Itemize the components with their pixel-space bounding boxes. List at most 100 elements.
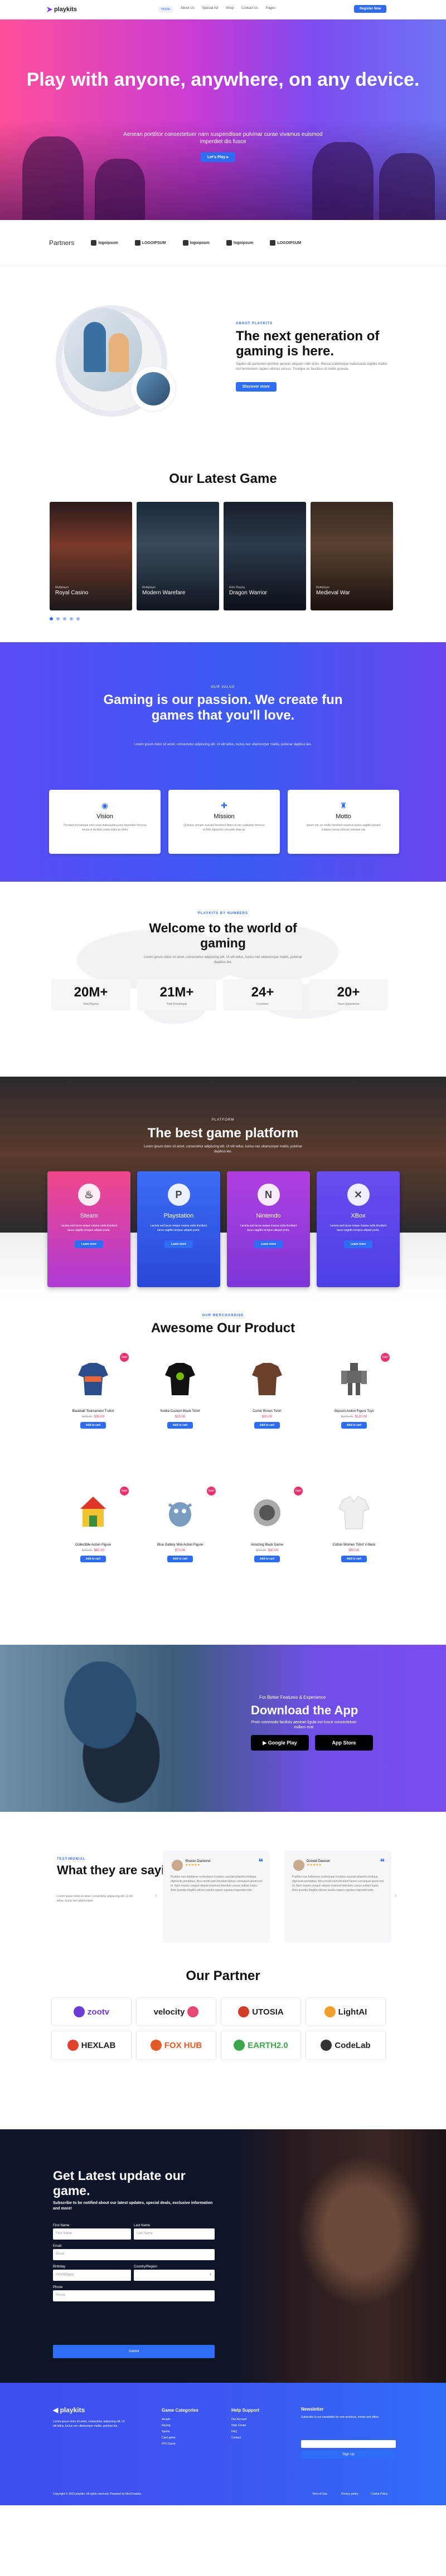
product-image[interactable] (329, 1488, 379, 1538)
add-to-cart-button[interactable]: Add to cart (80, 1556, 106, 1562)
game-card[interactable]: Multiplayer Modern Warefare (137, 502, 219, 610)
testimonial-card: Sharon Diamond ★★★★★ ❝ Porttitor non hab… (163, 1851, 270, 1943)
product-image[interactable] (155, 1488, 205, 1538)
discover-more-button[interactable]: Discover more (236, 382, 277, 392)
partner-logo-earth[interactable]: EARTH2.0 (221, 2031, 301, 2060)
nav-item-contact[interactable]: Contact Us (241, 7, 258, 12)
game-card[interactable]: Multiplayer Royal Casino (50, 502, 132, 610)
partner-logo-zootv[interactable]: zootv (51, 1997, 132, 2026)
footer-newsletter-title: Newsletter (301, 2407, 324, 2412)
email-input[interactable]: Email (53, 2249, 215, 2260)
footer-link[interactable]: FAQ (231, 2429, 259, 2435)
add-to-cart-button[interactable]: Add to cart (254, 1556, 280, 1562)
nav-item-pages[interactable]: Pages (266, 7, 275, 12)
product-image[interactable] (242, 1354, 292, 1404)
product-name: Comic Brown Tshirt (253, 1410, 282, 1413)
footer-link[interactable]: Sports (162, 2429, 198, 2435)
carousel-dot[interactable] (70, 617, 73, 620)
nav-item-special[interactable]: Special Ad (202, 7, 218, 12)
footer-link[interactable]: FPS Game (162, 2441, 198, 2447)
footer-link[interactable]: Help Center (231, 2423, 259, 2429)
add-to-cart-button[interactable]: Add to cart (167, 1556, 193, 1562)
partner-logo-lightai[interactable]: LightAI (306, 1997, 386, 2026)
learn-more-button[interactable]: Learn more (164, 1240, 193, 1248)
lets-play-button[interactable]: Let's Play ▸ (201, 152, 235, 162)
partner-logo-utosia[interactable]: UTOSIA (221, 1997, 301, 2026)
add-to-cart-button[interactable]: Add to cart (341, 1422, 367, 1429)
add-to-cart-button[interactable]: Add to cart (254, 1422, 280, 1429)
carousel-dot[interactable] (63, 617, 66, 620)
country-select[interactable]: ▾ (134, 2270, 215, 2281)
partner-logo-foxhub[interactable]: FOX HUB (136, 2031, 216, 2060)
learn-more-button[interactable]: Learn more (343, 1240, 373, 1248)
carousel-dot[interactable] (56, 617, 60, 620)
nav-item-about[interactable]: About Us (181, 7, 195, 12)
privacy-link[interactable]: Privacy policy (341, 2492, 358, 2496)
site-logo[interactable]: playkits (47, 6, 77, 13)
partner-logo-hexlab[interactable]: HEXLAB (51, 2031, 132, 2060)
add-to-cart-button[interactable]: Add to cart (341, 1556, 367, 1562)
value-card-vision: ◉ Vision Tincidunt et natoque mid curae … (49, 790, 161, 854)
game-name: Dragon Warrior (229, 590, 267, 596)
add-to-cart-button[interactable]: Add to cart (167, 1422, 193, 1429)
partner-logo: LOGOIPSUM (270, 240, 301, 246)
game-category: Role Playing (229, 586, 245, 589)
phone-input[interactable]: Phone (53, 2290, 215, 2301)
platform-label: PLATFORM (211, 1118, 235, 1122)
nav-item-shop[interactable]: Shop (226, 7, 234, 12)
product-price: $30.00 (268, 1549, 278, 1552)
app-store-button[interactable]: App Store (315, 1735, 373, 1751)
last-name-input[interactable]: Last Name (134, 2228, 215, 2240)
stat-box: 21M+ Total Downloads (137, 979, 216, 1010)
chevron-right-icon[interactable]: › (395, 1893, 401, 1899)
learn-more-button[interactable]: Learn more (254, 1240, 283, 1248)
cookie-link[interactable]: Cookie Policy (371, 2492, 387, 2496)
partner-logo-codelab[interactable]: CodeLab (306, 2031, 386, 2060)
game-card[interactable]: Multiplayer Medieval War (311, 502, 393, 610)
submit-button[interactable]: Submit (53, 2345, 215, 2358)
product-card[interactable]: Sale! Collectible Action Figure $70.00 $6… (50, 1483, 137, 1592)
platform-desc: Lacinia sed lacus neque massa nulla tinc… (329, 1224, 387, 1232)
footer-link[interactable]: Our Account (231, 2417, 259, 2423)
product-card[interactable]: Sale! Amazing Black Game $40.00 $30.00 Ad… (224, 1483, 311, 1592)
product-card[interactable]: Cotton Women Tshirt V-Neck $50.00 Add to… (311, 1483, 397, 1592)
product-image[interactable] (68, 1488, 118, 1538)
top-navigation: playkits Home About Us Special Ad Shop C… (0, 0, 446, 19)
first-name-input[interactable]: First Name (53, 2228, 131, 2240)
logo-icon: ◀ (53, 2406, 59, 2414)
product-card[interactable]: Sale! Baseball Tournament T-shirt $49.00… (50, 1350, 137, 1458)
product-image[interactable] (68, 1354, 118, 1404)
product-card[interactable]: Comic Brown Tshirt $30.00 Add to cart (224, 1350, 311, 1458)
game-card[interactable]: Role Playing Dragon Warrior (224, 502, 306, 610)
terms-link[interactable]: Term of Use (312, 2492, 327, 2496)
register-button[interactable]: Register Now (354, 5, 387, 13)
product-name: Collectible Action Figure (75, 1543, 112, 1547)
product-card[interactable]: Sale! Gipsum Action Figure Toys $140.00 $… (311, 1350, 397, 1458)
stat-label: Countries (256, 1003, 269, 1006)
product-image[interactable] (329, 1354, 379, 1404)
partner-logo-velocity[interactable]: velocity (136, 1997, 216, 2026)
footer-link[interactable]: Racing (162, 2423, 198, 2429)
learn-more-button[interactable]: Learn more (74, 1240, 104, 1248)
sign-up-button[interactable]: Sign Up (301, 2450, 396, 2459)
add-to-cart-button[interactable]: Add to cart (80, 1422, 106, 1429)
nav-item-home[interactable]: Home (158, 7, 173, 12)
footer-link[interactable]: Arcade (162, 2417, 198, 2423)
stat-box: 20+ Years Experience (309, 979, 388, 1010)
product-image[interactable] (155, 1354, 205, 1404)
newsletter-email-input[interactable] (301, 2440, 396, 2448)
stat-value: 24+ (251, 985, 274, 1000)
product-card[interactable]: Nvidia Custom Black Tshirt $25.00 Add to… (137, 1350, 224, 1458)
footer-link[interactable]: Card game (162, 2435, 198, 2441)
carousel-dot[interactable] (76, 617, 80, 620)
carousel-dot[interactable] (50, 617, 53, 620)
platform-desc: Lacinia sed lacus neque massa nulla tinc… (150, 1224, 207, 1232)
footer-logo[interactable]: ◀ playkits (53, 2406, 85, 2414)
google-play-button[interactable]: ▶ Google Play (251, 1735, 309, 1751)
product-card[interactable]: Sale! Blue Gallery Mini Action Figure $7… (137, 1483, 224, 1592)
chevron-left-icon[interactable]: ‹ (155, 1893, 162, 1899)
product-image[interactable] (242, 1488, 292, 1538)
product-name: Amazing Black Game (251, 1543, 283, 1547)
birthday-input[interactable]: mm/dd/yyyy (53, 2270, 131, 2281)
footer-link[interactable]: Contact (231, 2435, 259, 2441)
